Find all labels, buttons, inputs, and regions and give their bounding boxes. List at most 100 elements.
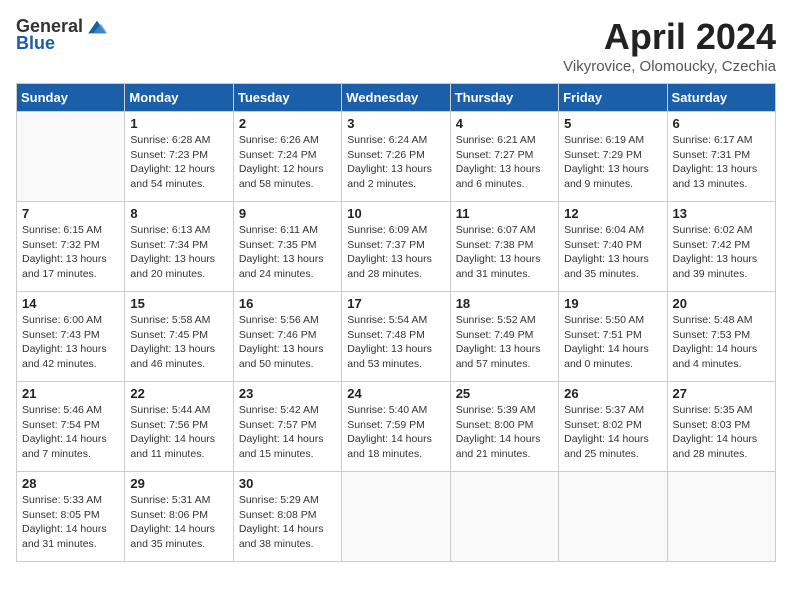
day-info: Sunrise: 5:58 AM Sunset: 7:45 PM Dayligh… bbox=[130, 313, 227, 372]
day-number: 8 bbox=[130, 206, 227, 221]
day-info: Sunrise: 6:15 AM Sunset: 7:32 PM Dayligh… bbox=[22, 223, 119, 282]
calendar-cell: 19 Sunrise: 5:50 AM Sunset: 7:51 PM Dayli… bbox=[559, 292, 667, 382]
day-info: Sunrise: 6:26 AM Sunset: 7:24 PM Dayligh… bbox=[239, 133, 336, 192]
day-info: Sunrise: 5:46 AM Sunset: 7:54 PM Dayligh… bbox=[22, 403, 119, 462]
calendar-cell: 22 Sunrise: 5:44 AM Sunset: 7:56 PM Dayli… bbox=[125, 382, 233, 472]
calendar-cell: 16 Sunrise: 5:56 AM Sunset: 7:46 PM Dayli… bbox=[233, 292, 341, 382]
calendar-cell bbox=[559, 472, 667, 562]
weekday-header: Friday bbox=[559, 84, 667, 112]
title-area: April 2024 Vikyrovice, Olomoucky, Czechi… bbox=[563, 16, 776, 75]
day-number: 20 bbox=[673, 296, 770, 311]
weekday-header-row: SundayMondayTuesdayWednesdayThursdayFrid… bbox=[17, 84, 776, 112]
calendar-week-row: 21 Sunrise: 5:46 AM Sunset: 7:54 PM Dayli… bbox=[17, 382, 776, 472]
calendar-cell: 27Sunrise: 5:35 AM Sunset: 8:03 PM Dayli… bbox=[667, 382, 775, 472]
calendar-cell: 6Sunrise: 6:17 AM Sunset: 7:31 PM Daylig… bbox=[667, 112, 775, 202]
calendar-cell: 18Sunrise: 5:52 AM Sunset: 7:49 PM Dayli… bbox=[450, 292, 558, 382]
day-info: Sunrise: 5:48 AM Sunset: 7:53 PM Dayligh… bbox=[673, 313, 770, 372]
day-number: 26 bbox=[564, 386, 661, 401]
calendar-cell: 17Sunrise: 5:54 AM Sunset: 7:48 PM Dayli… bbox=[342, 292, 450, 382]
calendar-week-row: 14 Sunrise: 6:00 AM Sunset: 7:43 PM Dayli… bbox=[17, 292, 776, 382]
calendar-cell: 12 Sunrise: 6:04 AM Sunset: 7:40 PM Dayli… bbox=[559, 202, 667, 292]
day-number: 1 bbox=[130, 116, 227, 131]
day-number: 2 bbox=[239, 116, 336, 131]
logo-icon bbox=[85, 17, 109, 37]
calendar-cell: 14 Sunrise: 6:00 AM Sunset: 7:43 PM Dayli… bbox=[17, 292, 125, 382]
day-number: 14 bbox=[22, 296, 119, 311]
weekday-header: Sunday bbox=[17, 84, 125, 112]
day-number: 27 bbox=[673, 386, 770, 401]
day-number: 21 bbox=[22, 386, 119, 401]
day-info: Sunrise: 5:31 AM Sunset: 8:06 PM Dayligh… bbox=[130, 493, 227, 552]
day-number: 19 bbox=[564, 296, 661, 311]
day-number: 29 bbox=[130, 476, 227, 491]
calendar-cell: 21 Sunrise: 5:46 AM Sunset: 7:54 PM Dayli… bbox=[17, 382, 125, 472]
calendar-cell: 11 Sunrise: 6:07 AM Sunset: 7:38 PM Dayli… bbox=[450, 202, 558, 292]
day-number: 18 bbox=[456, 296, 553, 311]
day-info: Sunrise: 6:28 AM Sunset: 7:23 PM Dayligh… bbox=[130, 133, 227, 192]
calendar-cell: 4 Sunrise: 6:21 AM Sunset: 7:27 PM Daylig… bbox=[450, 112, 558, 202]
calendar-cell: 28 Sunrise: 5:33 AM Sunset: 8:05 PM Dayli… bbox=[17, 472, 125, 562]
day-info: Sunrise: 6:19 AM Sunset: 7:29 PM Dayligh… bbox=[564, 133, 661, 192]
calendar-cell bbox=[450, 472, 558, 562]
weekday-header: Monday bbox=[125, 84, 233, 112]
day-number: 23 bbox=[239, 386, 336, 401]
day-number: 12 bbox=[564, 206, 661, 221]
calendar-cell: 5Sunrise: 6:19 AM Sunset: 7:29 PM Daylig… bbox=[559, 112, 667, 202]
day-info: Sunrise: 5:33 AM Sunset: 8:05 PM Dayligh… bbox=[22, 493, 119, 552]
calendar-cell: 29 Sunrise: 5:31 AM Sunset: 8:06 PM Dayli… bbox=[125, 472, 233, 562]
calendar-cell: 30 Sunrise: 5:29 AM Sunset: 8:08 PM Dayli… bbox=[233, 472, 341, 562]
calendar-cell: 20 Sunrise: 5:48 AM Sunset: 7:53 PM Dayli… bbox=[667, 292, 775, 382]
calendar-week-row: 28 Sunrise: 5:33 AM Sunset: 8:05 PM Dayli… bbox=[17, 472, 776, 562]
day-info: Sunrise: 5:50 AM Sunset: 7:51 PM Dayligh… bbox=[564, 313, 661, 372]
day-info: Sunrise: 5:29 AM Sunset: 8:08 PM Dayligh… bbox=[239, 493, 336, 552]
calendar-cell bbox=[17, 112, 125, 202]
day-number: 30 bbox=[239, 476, 336, 491]
weekday-header: Thursday bbox=[450, 84, 558, 112]
calendar-cell: 7Sunrise: 6:15 AM Sunset: 7:32 PM Daylig… bbox=[17, 202, 125, 292]
day-number: 4 bbox=[456, 116, 553, 131]
page-header: General Blue April 2024 Vikyrovice, Olom… bbox=[16, 16, 776, 75]
day-info: Sunrise: 6:21 AM Sunset: 7:27 PM Dayligh… bbox=[456, 133, 553, 192]
month-title: April 2024 bbox=[563, 16, 776, 58]
calendar-cell bbox=[667, 472, 775, 562]
day-info: Sunrise: 6:02 AM Sunset: 7:42 PM Dayligh… bbox=[673, 223, 770, 282]
day-info: Sunrise: 6:04 AM Sunset: 7:40 PM Dayligh… bbox=[564, 223, 661, 282]
day-number: 17 bbox=[347, 296, 444, 311]
calendar-cell: 9 Sunrise: 6:11 AM Sunset: 7:35 PM Daylig… bbox=[233, 202, 341, 292]
day-number: 25 bbox=[456, 386, 553, 401]
day-number: 11 bbox=[456, 206, 553, 221]
day-info: Sunrise: 6:13 AM Sunset: 7:34 PM Dayligh… bbox=[130, 223, 227, 282]
day-number: 28 bbox=[22, 476, 119, 491]
calendar-cell: 2 Sunrise: 6:26 AM Sunset: 7:24 PM Daylig… bbox=[233, 112, 341, 202]
calendar-table: SundayMondayTuesdayWednesdayThursdayFrid… bbox=[16, 83, 776, 562]
subtitle: Vikyrovice, Olomoucky, Czechia bbox=[563, 58, 776, 75]
day-info: Sunrise: 6:24 AM Sunset: 7:26 PM Dayligh… bbox=[347, 133, 444, 192]
day-info: Sunrise: 5:37 AM Sunset: 8:02 PM Dayligh… bbox=[564, 403, 661, 462]
calendar-cell: 15 Sunrise: 5:58 AM Sunset: 7:45 PM Dayli… bbox=[125, 292, 233, 382]
day-number: 15 bbox=[130, 296, 227, 311]
day-info: Sunrise: 6:07 AM Sunset: 7:38 PM Dayligh… bbox=[456, 223, 553, 282]
day-info: Sunrise: 5:40 AM Sunset: 7:59 PM Dayligh… bbox=[347, 403, 444, 462]
day-number: 22 bbox=[130, 386, 227, 401]
day-info: Sunrise: 5:44 AM Sunset: 7:56 PM Dayligh… bbox=[130, 403, 227, 462]
weekday-header: Saturday bbox=[667, 84, 775, 112]
day-info: Sunrise: 5:39 AM Sunset: 8:00 PM Dayligh… bbox=[456, 403, 553, 462]
calendar-cell: 24 Sunrise: 5:40 AM Sunset: 7:59 PM Dayli… bbox=[342, 382, 450, 472]
day-number: 16 bbox=[239, 296, 336, 311]
calendar-cell: 26 Sunrise: 5:37 AM Sunset: 8:02 PM Dayli… bbox=[559, 382, 667, 472]
calendar-cell: 10Sunrise: 6:09 AM Sunset: 7:37 PM Dayli… bbox=[342, 202, 450, 292]
day-info: Sunrise: 5:56 AM Sunset: 7:46 PM Dayligh… bbox=[239, 313, 336, 372]
calendar-cell: 3Sunrise: 6:24 AM Sunset: 7:26 PM Daylig… bbox=[342, 112, 450, 202]
day-info: Sunrise: 6:11 AM Sunset: 7:35 PM Dayligh… bbox=[239, 223, 336, 282]
day-number: 9 bbox=[239, 206, 336, 221]
day-info: Sunrise: 6:00 AM Sunset: 7:43 PM Dayligh… bbox=[22, 313, 119, 372]
weekday-header: Wednesday bbox=[342, 84, 450, 112]
calendar-cell: 25 Sunrise: 5:39 AM Sunset: 8:00 PM Dayli… bbox=[450, 382, 558, 472]
calendar-week-row: 7Sunrise: 6:15 AM Sunset: 7:32 PM Daylig… bbox=[17, 202, 776, 292]
day-info: Sunrise: 5:42 AM Sunset: 7:57 PM Dayligh… bbox=[239, 403, 336, 462]
calendar-cell: 13 Sunrise: 6:02 AM Sunset: 7:42 PM Dayli… bbox=[667, 202, 775, 292]
calendar-cell: 23 Sunrise: 5:42 AM Sunset: 7:57 PM Dayli… bbox=[233, 382, 341, 472]
day-number: 24 bbox=[347, 386, 444, 401]
day-number: 13 bbox=[673, 206, 770, 221]
weekday-header: Tuesday bbox=[233, 84, 341, 112]
